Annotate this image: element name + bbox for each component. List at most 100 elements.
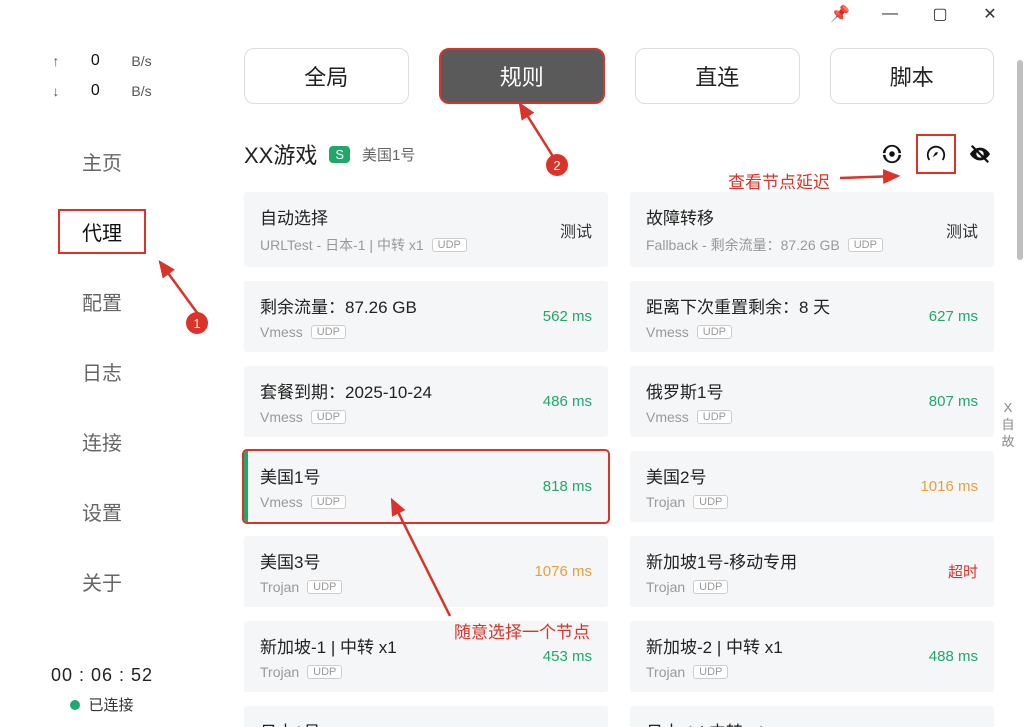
speed-block: ↑ 0 B/s ↓ 0 B/s: [0, 28, 204, 116]
node-card[interactable]: 故障转移 Fallback - 剩余流量：87.26 GBUDP测试: [630, 192, 994, 267]
status-text: 已连接: [88, 694, 133, 715]
node-card[interactable]: 套餐到期：2025-10-24VmessUDP486 ms: [244, 366, 608, 437]
group-header: XX游戏 S 美国1号: [244, 134, 994, 174]
node-card[interactable]: 剩余流量：87.26 GBVmessUDP562 ms: [244, 281, 608, 352]
nav-config[interactable]: 配置: [0, 266, 204, 336]
udp-badge: UDP: [432, 238, 467, 252]
node-card-left: 自动选择URLTest - 日本-1 | 中转 x1UDP: [260, 204, 550, 255]
node-latency: 453 ms: [533, 648, 592, 665]
node-card[interactable]: 距离下次重置剩余：8 天VmessUDP627 ms: [630, 281, 994, 352]
udp-badge: UDP: [311, 410, 346, 424]
node-subtitle: TrojanUDP: [646, 579, 938, 595]
sidebar: ↑ 0 B/s ↓ 0 B/s 主页 代理 配置 日志 连接 设置 关于 00 …: [0, 28, 204, 727]
node-card[interactable]: 自动选择URLTest - 日本-1 | 中转 x1UDP测试: [244, 192, 608, 267]
node-subtitle: VmessUDP: [260, 324, 533, 340]
udp-badge: UDP: [848, 238, 883, 252]
node-title: 日本1号: [260, 718, 533, 727]
pin-icon[interactable]: 📌: [824, 3, 856, 25]
nav-home[interactable]: 主页: [0, 126, 204, 196]
maximize-button[interactable]: ▢: [924, 3, 956, 25]
udp-badge: UDP: [311, 325, 346, 339]
udp-badge: UDP: [693, 665, 728, 679]
download-unit: B/s: [131, 83, 151, 99]
eye-off-icon[interactable]: [966, 140, 994, 168]
status-row: 已连接: [0, 694, 204, 715]
scrollbar[interactable]: [1017, 60, 1023, 260]
node-card-left: 新加坡-2 | 中转 x1TrojanUDP: [646, 633, 919, 680]
udp-badge: UDP: [697, 410, 732, 424]
mode-global[interactable]: 全局: [244, 48, 409, 104]
mode-script[interactable]: 脚本: [830, 48, 995, 104]
node-card-left: 新加坡-1 | 中转 x1TrojanUDP: [260, 633, 533, 680]
nav: 主页 代理 配置 日志 连接 设置 关于: [0, 126, 204, 616]
timer-block: 00 : 06 : 52 已连接: [0, 665, 204, 715]
udp-badge: UDP: [311, 495, 346, 509]
node-card[interactable]: 日本1号VmessUDP298 ms: [244, 706, 608, 727]
node-card-left: 美国2号 TrojanUDP: [646, 463, 910, 510]
node-latency: 818 ms: [533, 478, 592, 495]
node-latency: 测试: [936, 218, 978, 242]
udp-badge: UDP: [307, 580, 342, 594]
node-subtitle: Fallback - 剩余流量：87.26 GBUDP: [646, 235, 936, 255]
node-title: 自动选择: [260, 204, 550, 229]
node-card[interactable]: 美国1号VmessUDP818 ms: [244, 451, 608, 522]
node-card[interactable]: 美国3号TrojanUDP1076 ms: [244, 536, 608, 607]
node-title: 套餐到期：2025-10-24: [260, 378, 533, 403]
download-speed: ↓ 0 B/s: [0, 76, 204, 106]
udp-badge: UDP: [307, 665, 342, 679]
node-title: 新加坡1号-移动专用: [646, 548, 938, 573]
upload-speed: ↑ 0 B/s: [0, 46, 204, 76]
node-subtitle: VmessUDP: [646, 409, 919, 425]
node-subtitle: VmessUDP: [646, 324, 919, 340]
node-card[interactable]: 新加坡1号-移动专用 TrojanUDP超时: [630, 536, 994, 607]
titlebar: 📌 — ▢ ✕: [824, 0, 1024, 28]
node-title: 距离下次重置剩余：8 天: [646, 293, 919, 318]
close-button[interactable]: ✕: [974, 3, 1006, 25]
node-card-left: 俄罗斯1号 VmessUDP: [646, 378, 919, 425]
node-subtitle: TrojanUDP: [646, 494, 910, 510]
node-title: 故障转移: [646, 204, 936, 229]
node-card[interactable]: 美国2号 TrojanUDP1016 ms: [630, 451, 994, 522]
node-card[interactable]: 新加坡-2 | 中转 x1TrojanUDP488 ms: [630, 621, 994, 692]
node-latency: 1076 ms: [524, 563, 592, 580]
nav-settings[interactable]: 设置: [0, 476, 204, 546]
speed-test-icon-wrap: [916, 134, 956, 174]
node-title: 剩余流量：87.26 GB: [260, 293, 533, 318]
node-card[interactable]: 新加坡-1 | 中转 x1TrojanUDP453 ms: [244, 621, 608, 692]
nav-logs[interactable]: 日志: [0, 336, 204, 406]
node-subtitle: TrojanUDP: [260, 579, 524, 595]
node-title: 美国2号: [646, 463, 910, 488]
mode-rule[interactable]: 规则: [439, 48, 606, 104]
node-card-left: 新加坡1号-移动专用 TrojanUDP: [646, 548, 938, 595]
node-subtitle: VmessUDP: [260, 409, 533, 425]
connection-timer: 00 : 06 : 52: [0, 665, 204, 686]
node-card-left: 日本-1 | 中转 x1VmessUDP: [646, 718, 919, 727]
node-card[interactable]: 俄罗斯1号VmessUDP807 ms: [630, 366, 994, 437]
speed-test-icon[interactable]: [922, 140, 950, 168]
node-latency: 1016 ms: [910, 478, 978, 495]
node-card-left: 故障转移 Fallback - 剩余流量：87.26 GBUDP: [646, 204, 936, 255]
node-card[interactable]: 日本-1 | 中转 x1VmessUDP138 ms: [630, 706, 994, 727]
group-selected-node: 美国1号: [362, 144, 415, 165]
node-card-left: 美国1号VmessUDP: [260, 463, 533, 510]
node-title: 俄罗斯1号: [646, 378, 919, 403]
upload-unit: B/s: [131, 53, 151, 69]
target-icon[interactable]: [878, 140, 906, 168]
node-card-left: 日本1号VmessUDP: [260, 718, 533, 727]
nav-proxy[interactable]: 代理: [0, 196, 204, 266]
node-latency: 超时: [938, 561, 978, 582]
upload-value: 0: [85, 52, 105, 70]
udp-badge: UDP: [697, 325, 732, 339]
nav-about[interactable]: 关于: [0, 546, 204, 616]
node-latency: 488 ms: [919, 648, 978, 665]
mode-direct[interactable]: 直连: [635, 48, 800, 104]
nav-conn[interactable]: 连接: [0, 406, 204, 476]
minimize-button[interactable]: —: [874, 3, 906, 25]
udp-badge: UDP: [693, 580, 728, 594]
udp-badge: UDP: [693, 495, 728, 509]
node-card-left: 美国3号TrojanUDP: [260, 548, 524, 595]
up-arrow-icon: ↑: [52, 53, 59, 69]
nodes-grid: 自动选择URLTest - 日本-1 | 中转 x1UDP测试故障转移Fallb…: [244, 192, 994, 727]
status-dot-icon: [70, 700, 80, 710]
group-type-badge: S: [329, 146, 350, 163]
